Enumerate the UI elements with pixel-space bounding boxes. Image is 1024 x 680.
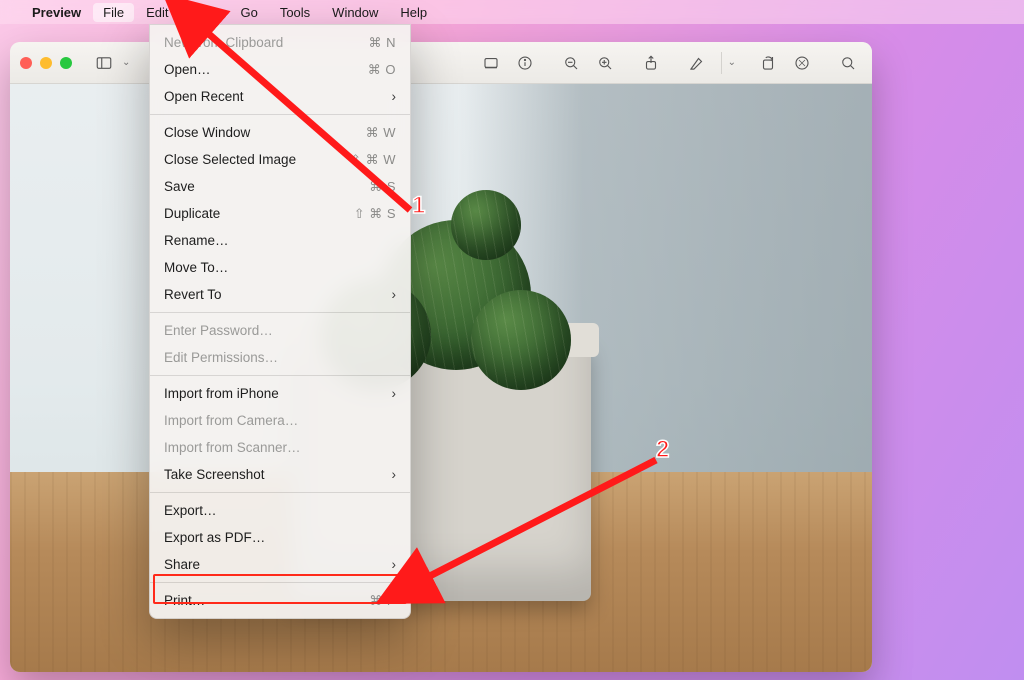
window-titlebar: ⌄ ⌄ [10,42,872,84]
annotation-number-1: 1 [412,192,425,220]
menu-item[interactable]: Export… [150,497,410,524]
menu-item-shortcut: ⇧ ⌘ S [354,206,396,222]
menu-separator [150,312,410,313]
menu-item-shortcut: ⌘ O [368,62,396,78]
menu-item: Edit Permissions… [150,344,410,371]
menu-item-shortcut: ⇧ ⌘ W [350,152,396,168]
zoom-in-icon[interactable] [591,49,619,77]
share-icon[interactable] [637,49,665,77]
menu-separator [150,114,410,115]
menu-item-label: Print… [164,593,205,608]
menu-item[interactable]: Print… ⌘ P [150,587,410,614]
menu-item-label: Open Recent [164,89,244,104]
highlight-icon[interactable] [788,49,816,77]
rotate-icon[interactable] [754,49,782,77]
close-window-button[interactable] [20,57,32,69]
menu-item-label: Take Screenshot [164,467,265,482]
menu-item-label: Rename… [164,233,229,248]
menu-item: Import from Camera… [150,407,410,434]
menu-item-label: Export as PDF… [164,530,265,545]
preview-window: ⌄ ⌄ [10,42,872,672]
menu-item[interactable]: Save ⌘ S [150,173,410,200]
menu-separator [150,582,410,583]
app-menu[interactable]: Preview [22,3,91,22]
menu-item[interactable]: Open Recent › [150,83,410,110]
menu-separator [150,492,410,493]
menu-item-label: Move To… [164,260,228,275]
traffic-lights [20,57,72,69]
markup-icon[interactable] [683,49,711,77]
menu-item: New from Clipboard ⌘ N [150,29,410,56]
menu-tools[interactable]: Tools [270,3,320,22]
chevron-right-icon: › [392,467,397,482]
search-icon[interactable] [834,49,862,77]
markup-dropdown-caret[interactable]: ⌄ [728,57,736,68]
zoom-out-icon[interactable] [557,49,585,77]
image-canvas[interactable] [10,84,872,672]
menu-item[interactable]: Revert To › [150,281,410,308]
fullscreen-window-button[interactable] [60,57,72,69]
menu-file[interactable]: File [93,3,134,22]
annotation-number-2: 2 [656,436,669,464]
sidebar-dropdown-caret[interactable]: ⌄ [122,57,130,68]
info-icon[interactable] [511,49,539,77]
menu-item[interactable]: Import from iPhone › [150,380,410,407]
menu-item[interactable]: Rename… [150,227,410,254]
menu-item-label: New from Clipboard [164,35,283,50]
menu-item-shortcut: ⌘ W [366,125,396,141]
menu-item-label: Import from Camera… [164,413,298,428]
menu-item[interactable]: Close Window ⌘ W [150,119,410,146]
chevron-right-icon: › [392,287,397,302]
menu-item: Enter Password… [150,317,410,344]
menu-item[interactable]: Share › [150,551,410,578]
minimize-window-button[interactable] [40,57,52,69]
menu-separator [150,375,410,376]
menu-item-label: Export… [164,503,217,518]
menu-edit[interactable]: Edit [136,3,178,22]
menu-item-label: Import from iPhone [164,386,279,401]
menu-item-label: Edit Permissions… [164,350,278,365]
file-menu-dropdown: New from Clipboard ⌘ N Open… ⌘ O Open Recent… [149,24,411,619]
menu-item[interactable]: Take Screenshot › [150,461,410,488]
menu-item-label: Open… [164,62,211,77]
menu-item-label: Share [164,557,200,572]
macos-menubar: Preview File Edit View Go Tools Window H… [0,0,1024,24]
chevron-right-icon: › [392,557,397,572]
menu-item-shortcut: ⌘ P [369,593,396,609]
menu-item-label: Save [164,179,195,194]
menu-help[interactable]: Help [390,3,437,22]
menu-item-label: Close Selected Image [164,152,296,167]
menu-window[interactable]: Window [322,3,388,22]
menu-item-shortcut: ⌘ N [369,35,397,51]
menu-view[interactable]: View [181,3,229,22]
menu-item[interactable]: Open… ⌘ O [150,56,410,83]
menu-item-label: Close Window [164,125,250,140]
menu-item-label: Import from Scanner… [164,440,301,455]
menu-item-label: Enter Password… [164,323,273,338]
menu-item-shortcut: ⌘ S [369,179,396,195]
chevron-right-icon: › [392,386,397,401]
menu-item-label: Revert To [164,287,222,302]
chevron-right-icon: › [392,89,397,104]
sidebar-icon[interactable] [90,49,118,77]
menu-item[interactable]: Move To… [150,254,410,281]
menu-item[interactable]: Duplicate ⇧ ⌘ S [150,200,410,227]
menu-item-label: Duplicate [164,206,220,221]
menu-item[interactable]: Close Selected Image ⇧ ⌘ W [150,146,410,173]
menu-item: Import from Scanner… [150,434,410,461]
toolbar-separator [721,52,722,74]
menu-go[interactable]: Go [230,3,267,22]
zoom-to-fit-icon[interactable] [477,49,505,77]
menu-item[interactable]: Export as PDF… [150,524,410,551]
